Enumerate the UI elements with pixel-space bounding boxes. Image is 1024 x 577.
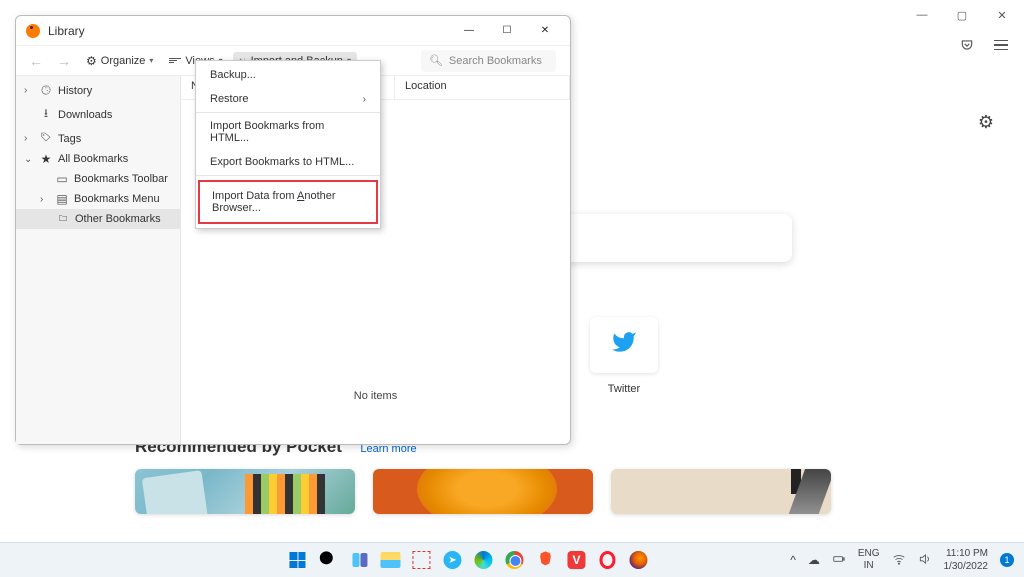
star-icon: ★ (39, 152, 53, 166)
search-icon (315, 547, 341, 573)
close-button[interactable]: ✕ (526, 18, 564, 44)
chrome-icon (505, 551, 523, 569)
taskbar-search[interactable] (315, 547, 341, 573)
minimize-button[interactable]: — (450, 18, 488, 44)
forward-button[interactable]: → (52, 50, 76, 72)
language-indicator[interactable]: ENG IN (858, 548, 880, 572)
opera-icon (599, 551, 615, 569)
menu-item-import-browser[interactable]: Import Data from Another Browser... (198, 180, 378, 224)
chevron-right-icon: › (363, 94, 366, 105)
pocket-section: Recommended by Pocket Learn more (135, 437, 1024, 514)
settings-gear-icon[interactable]: ⚙ (978, 112, 994, 133)
clock-icon: 🕓︎ (39, 83, 53, 98)
telegram-icon: ➤ (443, 551, 461, 569)
organize-button[interactable]: ⚙ Organize ▾ (80, 51, 159, 71)
taskbar-opera[interactable] (594, 547, 620, 573)
search-icon: 🔍︎ (429, 54, 443, 67)
menu-item-export-html[interactable]: Export Bookmarks to HTML... (196, 150, 380, 176)
chevron-right-icon: › (40, 194, 50, 205)
gear-icon: ⚙ (86, 54, 97, 68)
maximize-button[interactable]: ▢ (942, 1, 982, 29)
taskbar-edge[interactable] (470, 547, 496, 573)
chevron-down-icon: ▾ (149, 56, 153, 65)
firefox-icon (629, 551, 647, 569)
widgets-icon (352, 553, 367, 567)
download-icon: ⭳ (39, 104, 53, 125)
system-tray: ^ ☁ ENG IN 11:10 PM 1/30/2022 1 (790, 547, 1014, 573)
sidebar-item-bookmarks-menu[interactable]: › ▤ Bookmarks Menu (16, 189, 180, 209)
sidebar-item-tags[interactable]: › Tags (16, 128, 180, 149)
folder-icon (56, 212, 70, 226)
vivaldi-icon: V (567, 551, 585, 569)
tag-icon (39, 131, 53, 146)
wifi-icon[interactable] (892, 552, 906, 569)
edge-icon (474, 551, 492, 569)
speaker-icon[interactable] (918, 552, 932, 569)
pocket-icon[interactable] (959, 37, 975, 53)
sidebar-item-bookmarks-toolbar[interactable]: ▭ Bookmarks Toolbar (16, 169, 180, 189)
import-backup-menu: Backup... Restore › Import Bookmarks fro… (195, 60, 381, 229)
sidebar-item-all-bookmarks[interactable]: ⌄ ★ All Bookmarks (16, 149, 180, 169)
back-button[interactable]: ← (24, 50, 48, 72)
no-items-label: No items (181, 390, 570, 402)
taskbar-firefox[interactable] (625, 547, 651, 573)
battery-icon[interactable] (832, 552, 846, 569)
toolbar-icon: ▭ (55, 172, 69, 186)
chevron-down-icon: ⌄ (24, 154, 34, 165)
menu-list-icon: ▤ (55, 192, 69, 206)
taskbar-vivaldi[interactable]: V (563, 547, 589, 573)
menu-item-backup[interactable]: Backup... (196, 63, 380, 87)
pocket-card[interactable] (135, 469, 355, 514)
sort-icon (169, 58, 181, 63)
chevron-right-icon: › (24, 85, 34, 96)
maximize-button[interactable]: ☐ (488, 18, 526, 44)
pocket-card[interactable] (373, 469, 593, 514)
windows-icon (289, 552, 305, 568)
shortcut-twitter[interactable]: Twitter (582, 317, 666, 395)
taskbar-brave[interactable] (532, 547, 558, 573)
brave-icon (537, 549, 553, 572)
chevron-right-icon: › (24, 133, 34, 144)
sidebar-item-other-bookmarks[interactable]: Other Bookmarks (16, 209, 180, 229)
library-title: Library (48, 24, 450, 38)
taskbar-snip[interactable] (408, 547, 434, 573)
taskbar: ➤ V ^ ☁ ENG IN 11:10 PM 1/30/2022 1 (0, 542, 1024, 577)
taskbar-telegram[interactable]: ➤ (439, 547, 465, 573)
sidebar-item-history[interactable]: › 🕓︎ History (16, 80, 180, 101)
firefox-icon (26, 24, 40, 38)
close-button[interactable]: ✕ (982, 1, 1022, 29)
library-titlebar[interactable]: Library — ☐ ✕ (16, 16, 570, 46)
minimize-button[interactable]: — (902, 1, 942, 29)
taskbar-explorer[interactable] (377, 547, 403, 573)
snip-icon (412, 551, 430, 569)
library-sidebar: › 🕓︎ History ⭳ Downloads › Tags ⌄ ★ All … (16, 76, 181, 444)
search-bookmarks-input[interactable]: 🔍︎ Search Bookmarks (421, 50, 556, 72)
menu-icon[interactable] (993, 37, 1009, 53)
onedrive-icon[interactable]: ☁ (808, 553, 820, 567)
pocket-card[interactable] (611, 469, 831, 514)
twitter-icon (611, 329, 637, 362)
menu-item-restore[interactable]: Restore › (196, 87, 380, 113)
explorer-icon (380, 552, 400, 568)
taskbar-chrome[interactable] (501, 547, 527, 573)
menu-item-import-html[interactable]: Import Bookmarks from HTML... (196, 114, 380, 150)
sidebar-item-downloads[interactable]: ⭳ Downloads (16, 101, 180, 128)
column-header-location[interactable]: Location (395, 76, 570, 99)
start-button[interactable] (284, 547, 310, 573)
tray-chevron-icon[interactable]: ^ (790, 553, 796, 567)
notification-badge[interactable]: 1 (1000, 553, 1014, 567)
taskbar-widgets[interactable] (346, 547, 372, 573)
clock[interactable]: 11:10 PM 1/30/2022 (944, 547, 989, 573)
